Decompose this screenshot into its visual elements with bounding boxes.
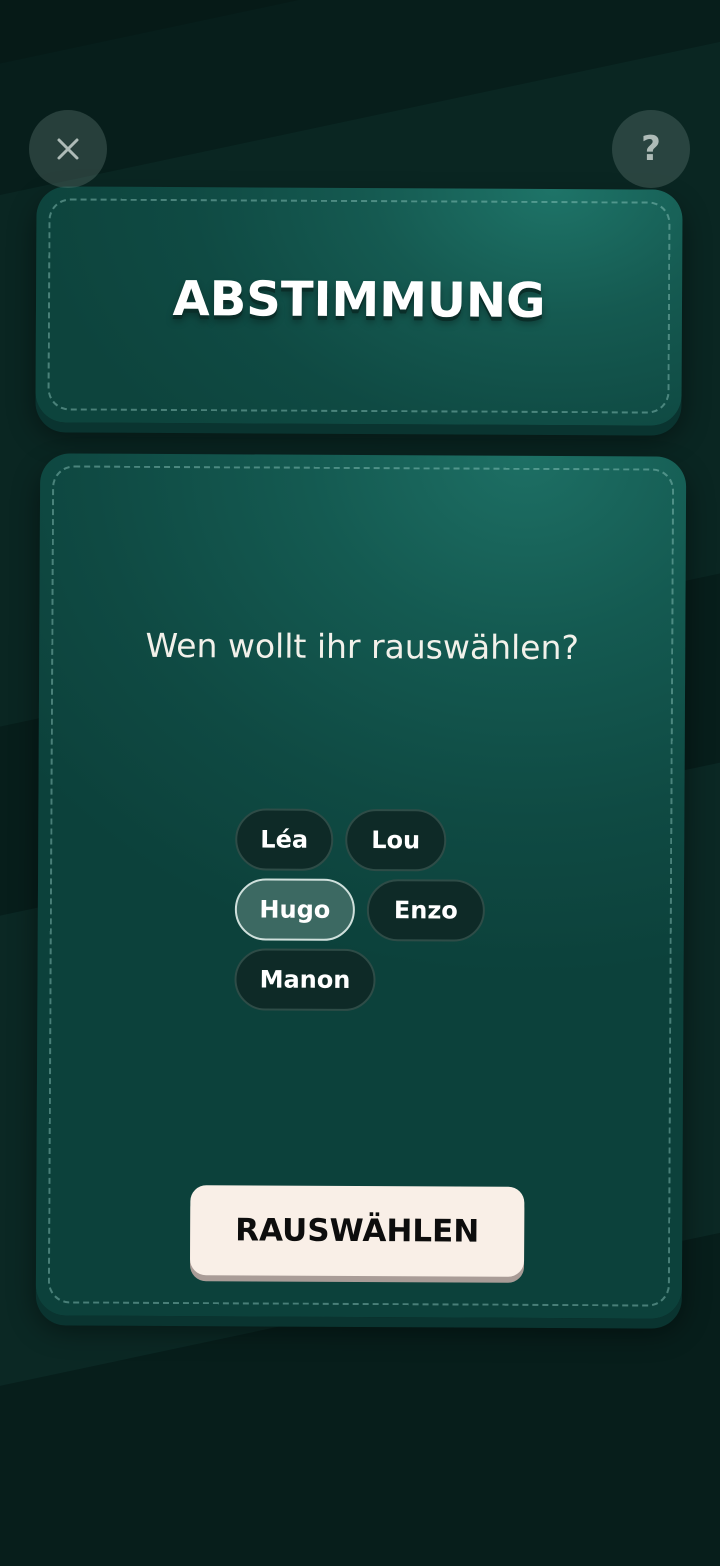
close-button[interactable] [29, 110, 107, 188]
vote-out-button[interactable]: RAUSWÄHLEN [189, 1185, 525, 1277]
help-button[interactable]: ? [612, 110, 690, 188]
vote-card: Wen wollt ihr rauswählen? Léa Lou Hugo E… [35, 453, 687, 1319]
close-icon [57, 138, 79, 160]
help-icon: ? [641, 129, 661, 169]
header-card: ABSTIMMUNG [35, 186, 683, 426]
player-row: Manon [234, 948, 524, 1012]
player-chip-lou[interactable]: Lou [345, 808, 447, 872]
vote-question: Wen wollt ihr rauswählen? [145, 625, 580, 668]
player-chip-manon[interactable]: Manon [234, 948, 376, 1012]
screen: ? ABSTIMMUNG Wen wollt ihr rauswählen? L… [0, 0, 720, 1566]
player-list: Léa Lou Hugo Enzo Manon [234, 808, 525, 1020]
player-chip-hugo[interactable]: Hugo [234, 878, 356, 941]
player-row: Hugo Enzo [234, 878, 525, 942]
page-title: ABSTIMMUNG [172, 271, 546, 329]
player-row: Léa Lou [235, 808, 525, 872]
player-chip-enzo[interactable]: Enzo [366, 879, 486, 942]
player-chip-lea[interactable]: Léa [235, 808, 334, 871]
